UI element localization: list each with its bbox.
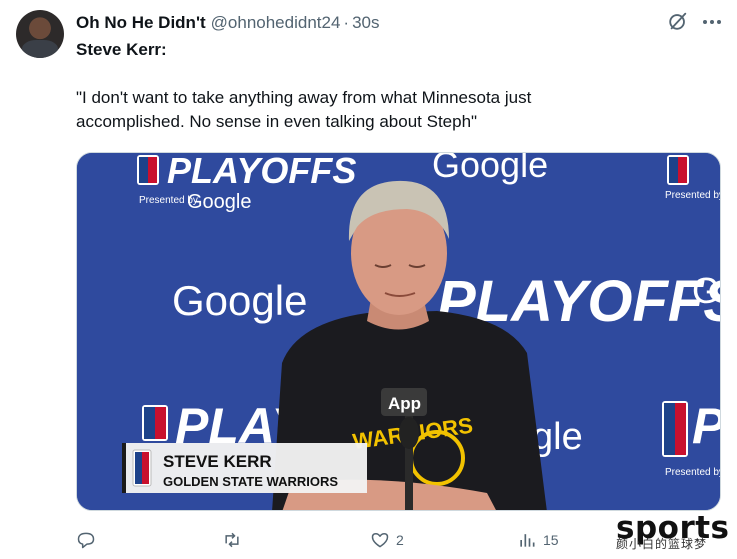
like-count: 2 [396,532,404,548]
views-button[interactable]: 15 [517,526,559,554]
reply-icon [77,532,95,549]
like-icon [371,533,389,548]
svg-text:G: G [692,270,720,311]
tweet-timestamp[interactable]: 30s [352,13,379,33]
author-avatar[interactable] [16,10,64,58]
backdrop-playoffs-1: PLAYOFFS [167,153,356,191]
tweet-text: Steve Kerr: "I don't want to take anythi… [76,38,716,134]
backdrop-presented-2: Presented by [665,190,721,201]
lower-third-nba-logo [132,449,152,487]
mic-label: App [388,394,421,413]
svg-text:gle: gle [532,416,583,458]
avatar-figure [22,40,58,58]
repost-button[interactable] [222,526,248,554]
tweet-quote-line-1: "I don't want to take anything away from… [76,88,532,107]
tweet-speaker: Steve Kerr: [76,40,167,59]
author-handle[interactable]: @ohnohedidnt24 [211,13,341,33]
author-display-name[interactable]: Oh No He Didn't [76,13,206,33]
separator-dot: · [343,13,350,32]
watermark-sub: 颜小白的篮球梦 [616,537,708,551]
lower-third: STEVE KERR GOLDEN STATE WARRIORS [122,443,367,493]
backdrop-google-top: Google [432,153,548,185]
more-icon[interactable] [701,12,723,32]
nba-logo-bottom-left [142,405,168,441]
svg-text:P: P [692,398,721,454]
tweet-media[interactable]: PLAYOFFS Presented by Google Google Pres… [76,152,721,511]
views-count: 15 [543,532,559,548]
watermark: sports 颜小白的篮球梦 [616,512,731,554]
lower-third-team: GOLDEN STATE WARRIORS [163,474,338,489]
nba-logo-top-left [137,155,159,185]
tweet-header: Oh No He Didn't @ohnohedidnt24 · 30s [76,12,380,34]
nba-logo-top-right [667,155,689,185]
repost-icon [225,532,239,548]
views-icon [520,534,535,547]
svg-text:Presented by: Presented by [665,467,721,478]
like-button[interactable]: 2 [370,526,404,554]
lower-third-name: STEVE KERR [163,452,272,471]
backdrop-google-1: Google [187,191,252,213]
backdrop-google-mid: Google [172,277,307,324]
reply-button[interactable] [76,526,102,554]
tweet-quote-line-2: accomplished. No sense in even talking a… [76,112,478,131]
grok-icon[interactable] [667,10,689,32]
nba-logo-bottom-right [662,401,688,457]
